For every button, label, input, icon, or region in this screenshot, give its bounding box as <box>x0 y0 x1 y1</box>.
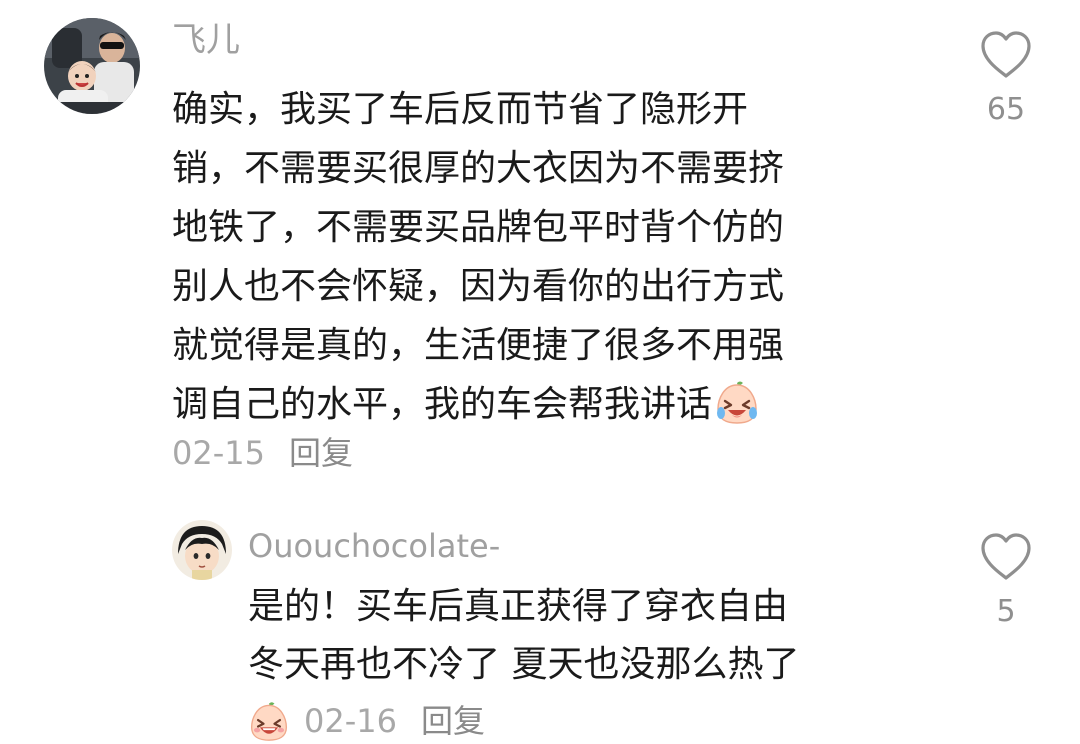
reply-username[interactable]: Ououchocolate- <box>248 526 500 566</box>
comment-line: 确实，我买了车后反而节省了隐形开 <box>172 89 749 130</box>
comment-thread: 飞儿 确实，我买了车后反而节省了隐形开 销，不需要买很厚的大衣因为不需要挤 地铁… <box>0 0 1080 744</box>
like-count: 65 <box>986 92 1026 127</box>
comment-line-last: 调自己的水平，我的车会帮我讲话 <box>172 375 784 434</box>
reply-like-count: 5 <box>996 594 1016 629</box>
heart-outline-icon[interactable] <box>979 30 1033 84</box>
comment-line: 别人也不会怀疑，因为看你的出行方式 <box>172 266 785 307</box>
comment-date: 02-15 <box>172 434 265 472</box>
laugh-cry-emoji-icon <box>714 379 760 425</box>
reply-date: 02-16 <box>304 702 397 740</box>
like-control[interactable]: 65 <box>966 30 1046 128</box>
reply-line: 是的！买车后真正获得了穿衣自由 <box>248 586 789 627</box>
comment-meta: 02-15 回复 <box>172 433 353 473</box>
laugh-emoji-icon <box>248 700 290 742</box>
comment-text: 确实，我买了车后反而节省了隐形开 销，不需要买很厚的大衣因为不需要挤 地铁了，不… <box>172 80 784 434</box>
comment-line: 销，不需要买很厚的大衣因为不需要挤 <box>172 148 785 189</box>
avatar[interactable] <box>44 18 140 114</box>
comment-line: 就觉得是真的，生活便捷了很多不用强 <box>172 325 785 366</box>
heart-outline-icon[interactable] <box>979 532 1033 586</box>
username[interactable]: 飞儿 <box>172 18 240 62</box>
reply-text: 是的！买车后真正获得了穿衣自由 冬天再也不冷了 夏天也没那么热了 <box>248 578 799 694</box>
reply-line: 冬天再也不冷了 夏天也没那么热了 <box>248 644 800 685</box>
reply-meta: 02-16 回复 <box>248 700 485 742</box>
reply-button[interactable]: 回复 <box>289 433 353 473</box>
comment-line-text: 调自己的水平，我的车会帮我讲话 <box>172 384 713 425</box>
reply-reply-button[interactable]: 回复 <box>421 701 485 741</box>
reply-like-control[interactable]: 5 <box>966 532 1046 630</box>
reply-avatar[interactable] <box>172 520 232 580</box>
comment-line: 地铁了，不需要买品牌包平时背个仿的 <box>172 207 785 248</box>
